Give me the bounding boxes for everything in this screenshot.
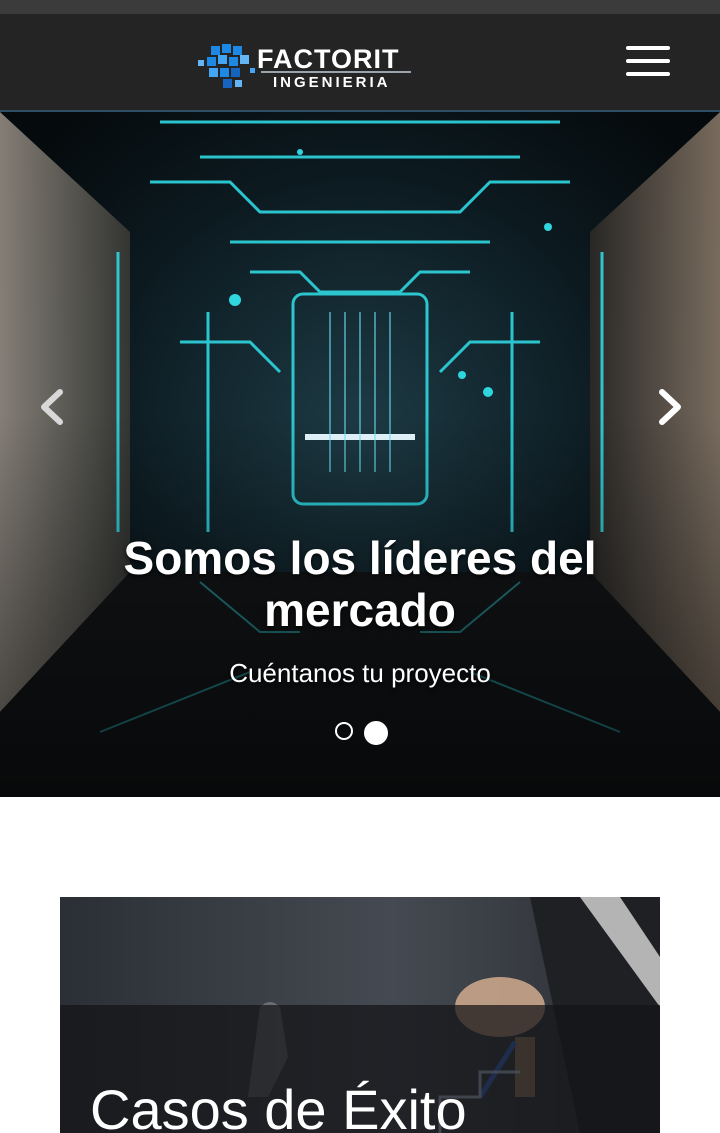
cases-card[interactable]: Casos de Éxito bbox=[60, 897, 660, 1133]
carousel-indicator-2-active[interactable] bbox=[364, 721, 388, 745]
logo-divider bbox=[261, 71, 411, 73]
carousel-next-button[interactable] bbox=[648, 382, 688, 432]
logo[interactable]: FACTORIT INGENIERIA bbox=[195, 38, 415, 96]
carousel-prev-button[interactable] bbox=[34, 382, 74, 432]
hero-background-image bbox=[0, 112, 720, 797]
carousel-indicator-1[interactable] bbox=[335, 722, 353, 740]
logo-subtext: INGENIERIA bbox=[273, 74, 391, 91]
hamburger-menu-icon[interactable] bbox=[626, 46, 670, 76]
slide-title: Somos los líderes del mercado bbox=[123, 532, 597, 636]
slide-subtitle: Cuéntanos tu proyecto bbox=[229, 658, 491, 688]
cube-logo-icon bbox=[198, 44, 255, 88]
hero-carousel: Somos los líderes del mercado Cuéntanos … bbox=[0, 112, 720, 797]
cases-card-title: Casos de Éxito bbox=[90, 1078, 467, 1133]
navbar: FACTORIT INGENIERIA bbox=[0, 14, 720, 112]
chevron-right-icon bbox=[659, 389, 681, 425]
chevron-left-icon bbox=[41, 389, 63, 425]
status-strip bbox=[0, 0, 720, 14]
